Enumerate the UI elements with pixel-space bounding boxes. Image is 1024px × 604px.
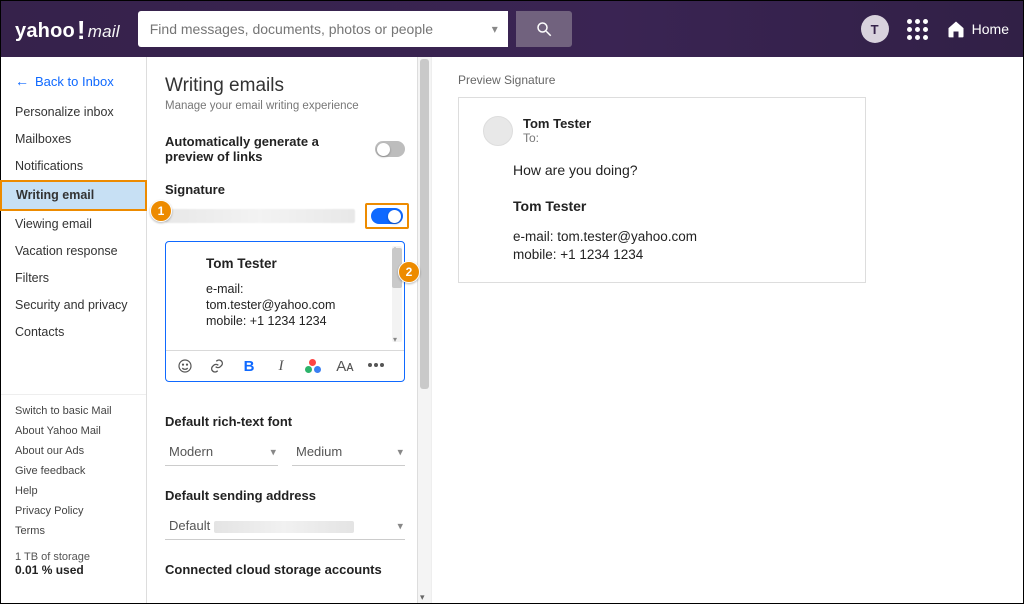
signature-label: Signature <box>165 182 225 197</box>
signature-editor[interactable]: Tom Tester e-mail: tom.tester@yahoo.com … <box>165 241 405 382</box>
storage-used: 0.01 % used <box>15 563 84 577</box>
text-color-button[interactable] <box>304 357 322 375</box>
page-title: Writing emails <box>165 75 419 97</box>
preview-sig-name: Tom Tester <box>513 198 841 214</box>
default-sender-value: Default <box>169 518 210 533</box>
home-link[interactable]: Home <box>946 19 1009 39</box>
terms-link[interactable]: Terms <box>1 521 146 541</box>
preview-from-name: Tom Tester <box>523 116 591 131</box>
default-sender-select[interactable]: Default <box>165 513 405 540</box>
logo-text: yahoo <box>15 20 75 43</box>
about-ads-link[interactable]: About our Ads <box>1 441 146 461</box>
home-icon <box>946 19 966 39</box>
sig-name-line: Tom Tester <box>206 256 388 271</box>
help-link[interactable]: Help <box>1 481 146 501</box>
signature-header-row: Signature <box>165 182 419 197</box>
preview-sig-email: e-mail: tom.tester@yahoo.com <box>513 228 841 246</box>
editor-scrollbar[interactable]: ▴▾ <box>392 246 402 342</box>
user-avatar[interactable]: T <box>861 15 889 43</box>
search-icon <box>535 20 553 38</box>
privacy-policy-link[interactable]: Privacy Policy <box>1 501 146 521</box>
sidebar-item-personalize[interactable]: Personalize inbox <box>1 99 146 126</box>
sidebar-item-vacation[interactable]: Vacation response <box>1 238 146 265</box>
preview-column: Preview Signature Tom Tester To: How are… <box>431 57 1023 603</box>
logo-mail-text: mail <box>88 22 120 42</box>
storage-total: 1 TB of storage <box>15 551 132 563</box>
more-formatting-button[interactable] <box>368 357 386 375</box>
settings-scrollbar[interactable]: ▴▾ <box>417 57 431 603</box>
auto-preview-toggle[interactable] <box>375 141 405 157</box>
about-yahoo-mail-link[interactable]: About Yahoo Mail <box>1 421 146 441</box>
default-sender-redacted <box>214 521 354 533</box>
signature-toggle-highlight <box>365 203 409 229</box>
apps-grid-icon[interactable] <box>907 19 928 40</box>
font-family-select[interactable]: Modern <box>165 439 278 466</box>
storage-indicator: 1 TB of storage 0.01 % used <box>1 541 146 587</box>
main-area: Writing emails Manage your email writing… <box>147 57 1023 603</box>
home-label: Home <box>972 21 1009 37</box>
signature-toolbar: B I Aᴀ <box>166 350 404 381</box>
sig-email-key: e-mail: <box>206 281 388 297</box>
preview-section-title: Preview Signature <box>458 73 997 87</box>
signature-textarea[interactable]: Tom Tester e-mail: tom.tester@yahoo.com … <box>166 242 404 350</box>
default-sender-label: Default sending address <box>165 488 419 503</box>
sig-mobile-line: mobile: +1 1234 1234 <box>206 313 388 329</box>
search-button[interactable] <box>516 11 572 47</box>
annotation-step-2: 2 <box>398 261 420 283</box>
back-to-inbox-link[interactable]: Back to Inbox <box>1 67 146 99</box>
settings-column: Writing emails Manage your email writing… <box>147 57 431 603</box>
default-font-row: Modern Medium <box>165 439 419 466</box>
preview-sig-mobile: mobile: +1 1234 1234 <box>513 246 841 264</box>
sidebar-item-mailboxes[interactable]: Mailboxes <box>1 126 146 153</box>
sidebar-item-security[interactable]: Security and privacy <box>1 292 146 319</box>
default-sender-row: Default <box>165 513 419 540</box>
sidebar-item-filters[interactable]: Filters <box>1 265 146 292</box>
page-subtitle: Manage your email writing experience <box>165 100 419 112</box>
header-right: T Home <box>861 15 1009 43</box>
annotation-step-1: 1 <box>150 200 172 222</box>
italic-button[interactable]: I <box>272 357 290 375</box>
sidebar-item-contacts[interactable]: Contacts <box>1 319 146 346</box>
bold-button[interactable]: B <box>240 357 258 375</box>
switch-basic-link[interactable]: Switch to basic Mail <box>1 401 146 421</box>
app-header: yahoo!mail T Home <box>1 1 1023 57</box>
preview-body-text: How are you doing? <box>513 162 841 178</box>
signature-account-redacted <box>165 209 355 223</box>
search-container <box>138 11 508 47</box>
sig-email-val: tom.tester@yahoo.com <box>206 297 388 313</box>
sidebar-item-writing-email[interactable]: Writing email <box>0 180 147 211</box>
signature-account-row <box>165 203 419 229</box>
sidebar-item-notifications[interactable]: Notifications <box>1 153 146 180</box>
search-input[interactable] <box>138 11 508 47</box>
font-size-button[interactable]: Aᴀ <box>336 357 354 375</box>
cloud-storage-label: Connected cloud storage accounts <box>165 562 419 577</box>
body-container: 1 2 Back to Inbox Personalize inbox Mail… <box>1 57 1023 603</box>
auto-preview-row: Automatically generate a preview of link… <box>165 134 419 164</box>
link-icon[interactable] <box>208 357 226 375</box>
signature-toggle[interactable] <box>371 208 403 224</box>
default-font-label: Default rich-text font <box>165 414 419 429</box>
preview-from-row: Tom Tester To: <box>483 116 841 146</box>
emoji-icon[interactable] <box>176 357 194 375</box>
sidebar-item-viewing-email[interactable]: Viewing email <box>1 211 146 238</box>
yahoo-mail-logo[interactable]: yahoo!mail <box>15 15 120 43</box>
sidebar-footer: Switch to basic Mail About Yahoo Mail Ab… <box>1 394 146 593</box>
preview-card: Tom Tester To: How are you doing? Tom Te… <box>458 97 866 283</box>
font-size-select[interactable]: Medium <box>292 439 405 466</box>
give-feedback-link[interactable]: Give feedback <box>1 461 146 481</box>
auto-preview-label: Automatically generate a preview of link… <box>165 134 365 164</box>
logo-bang-icon: ! <box>77 17 86 43</box>
preview-avatar-icon <box>483 116 513 146</box>
settings-sidebar: Back to Inbox Personalize inbox Mailboxe… <box>1 57 147 603</box>
preview-to-line: To: <box>523 131 591 145</box>
